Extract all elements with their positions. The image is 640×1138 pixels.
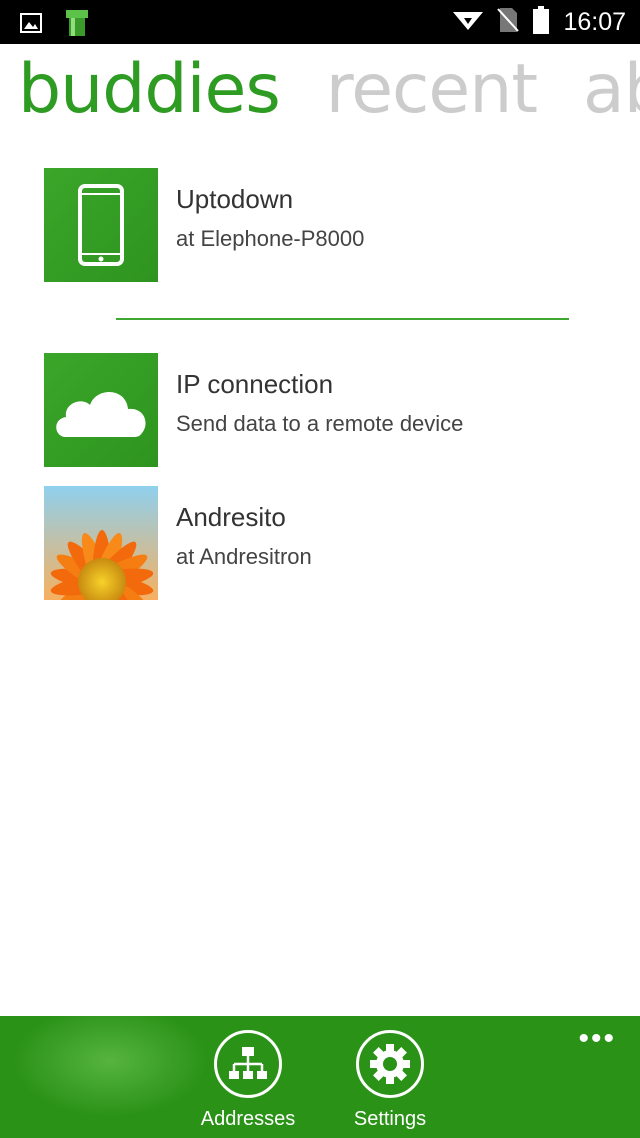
clock: 16:07 — [563, 7, 626, 36]
tab-buddies[interactable]: buddies — [18, 50, 281, 130]
network-icon — [214, 1030, 282, 1098]
divider — [116, 318, 569, 320]
settings-label: Settings — [353, 1108, 427, 1130]
list-item[interactable]: Andresito at Andresitron — [44, 486, 604, 600]
gear-icon — [356, 1030, 424, 1098]
tab-recent[interactable]: recent — [326, 50, 538, 130]
pipe-notification-icon — [66, 8, 88, 43]
app-bar: ••• Addresses Settings — [0, 1016, 640, 1138]
settings-button[interactable]: Settings — [330, 1030, 450, 1131]
list-item[interactable]: Uptodown at Elephone-P8000 — [44, 168, 604, 282]
cloud-icon — [44, 353, 158, 467]
item-name: Andresito — [176, 502, 286, 532]
status-bar: 16:07 — [0, 0, 640, 44]
item-subtitle: at Andresitron — [176, 544, 312, 569]
battery-icon — [533, 5, 550, 39]
image-notification-icon — [20, 12, 42, 39]
wifi-icon — [453, 8, 484, 37]
flower-thumbnail — [44, 486, 158, 600]
pivot-header: buddies recent ab — [18, 50, 640, 130]
more-options-button[interactable]: ••• — [578, 1022, 616, 1056]
item-subtitle: at Elephone-P8000 — [176, 226, 365, 251]
list-item[interactable]: IP connection Send data to a remote devi… — [44, 353, 604, 467]
no-sim-icon — [497, 7, 520, 38]
item-name: IP connection — [176, 369, 334, 399]
tab-about[interactable]: ab — [583, 50, 640, 130]
addresses-button[interactable]: Addresses — [188, 1030, 308, 1131]
addresses-label: Addresses — [200, 1108, 296, 1130]
phone-icon — [44, 168, 158, 282]
item-name: Uptodown — [176, 184, 294, 214]
item-subtitle: Send data to a remote device — [176, 411, 464, 436]
